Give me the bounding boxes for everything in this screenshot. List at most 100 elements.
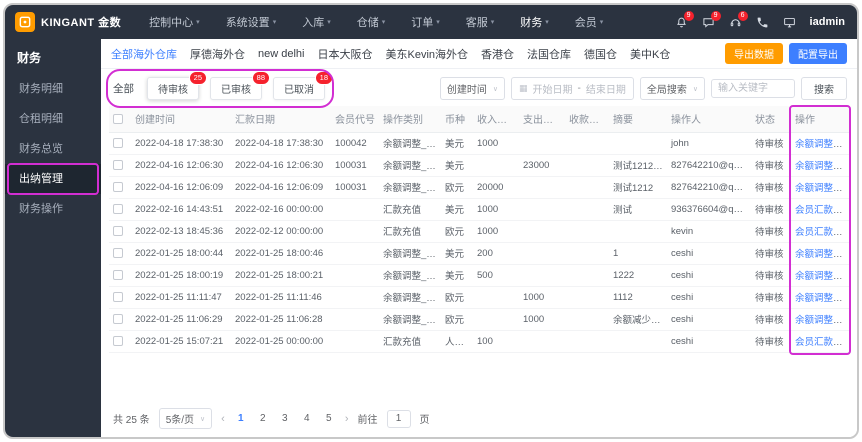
select-all-checkbox[interactable] (113, 114, 123, 124)
cell-operator: 827642210@qq.com (667, 176, 751, 198)
time-field-select[interactable]: 创建时间 ∨ (440, 77, 505, 100)
sidebar-item[interactable]: 财务明细 (5, 74, 101, 104)
cell-currency: 欧元 (441, 308, 473, 330)
row-action-link[interactable]: 余额调整审核 (795, 139, 849, 150)
phone-icon[interactable] (756, 16, 769, 29)
message-icon[interactable]: 9 (702, 16, 715, 29)
cell-created: 2022-01-25 11:11:47 (131, 286, 231, 308)
warehouse-tab[interactable]: new delhi (258, 48, 304, 60)
column-header[interactable]: 收入金额 (473, 106, 519, 132)
row-checkbox[interactable] (113, 248, 123, 258)
warehouse-tab[interactable]: 美中K仓 (630, 46, 670, 62)
sidebar-item[interactable]: 出纳管理 (5, 164, 101, 194)
search-button[interactable]: 搜索 (801, 77, 847, 100)
search-scope-select[interactable]: 全局搜索 ∨ (640, 77, 705, 100)
column-header[interactable]: 收款单号 (565, 106, 609, 132)
column-header[interactable]: 状态 (751, 106, 791, 132)
row-checkbox[interactable] (113, 336, 123, 346)
row-checkbox[interactable] (113, 204, 123, 214)
cell-created: 2022-02-16 14:43:51 (131, 198, 231, 220)
sidebar-item[interactable]: 仓租明细 (5, 104, 101, 134)
topnav-menu-item[interactable]: 系统设置▾ (226, 14, 277, 30)
page-number-button[interactable]: 4 (300, 413, 314, 424)
cell-receipt (565, 330, 609, 352)
warehouse-tab[interactable]: 日本大阪仓 (317, 46, 372, 62)
page-number-button[interactable]: 2 (256, 413, 270, 424)
row-action-link[interactable]: 会员汇款审核 (795, 205, 849, 216)
table-row: 2022-01-25 15:07:212022-01-25 00:00:00汇款… (109, 330, 849, 352)
row-checkbox[interactable] (113, 226, 123, 236)
sidebar-item[interactable]: 财务总览 (5, 134, 101, 164)
column-header[interactable]: 摘要 (609, 106, 667, 132)
warehouse-tab[interactable]: 香港仓 (481, 46, 514, 62)
column-header[interactable]: 创建时间 (131, 106, 231, 132)
warehouse-tab[interactable]: 德国仓 (584, 46, 617, 62)
row-checkbox[interactable] (113, 314, 123, 324)
monitor-icon[interactable] (783, 16, 796, 29)
cell-created: 2022-01-25 18:00:44 (131, 242, 231, 264)
column-header[interactable]: 操作 (791, 106, 849, 132)
prev-page-button[interactable]: ‹ (221, 413, 225, 425)
filter-button[interactable]: 待审核25 (147, 77, 199, 100)
warehouse-tab[interactable]: 全部海外仓库 (111, 46, 177, 62)
topnav-menu-item[interactable]: 入库▾ (302, 14, 331, 30)
page-number-button[interactable]: 3 (278, 413, 292, 424)
row-action-link[interactable]: 会员汇款审核 (795, 337, 849, 348)
warehouse-tab[interactable]: 美东Kevin海外仓 (385, 46, 468, 62)
warehouse-tab[interactable]: 法国仓库 (527, 46, 571, 62)
row-checkbox[interactable] (113, 160, 123, 170)
username[interactable]: iadmin (810, 16, 845, 28)
chevron-down-icon: ▾ (491, 18, 495, 26)
row-action-link[interactable]: 会员汇款审核 (795, 227, 849, 238)
warehouse-tabs: 全部海外仓库厚德海外仓 new delhi 日本大阪仓美东Kevin海外仓香港仓法国… (111, 46, 683, 62)
filter-all-button[interactable]: 全部 (113, 81, 134, 96)
table-row: 2022-04-16 12:06:302022-04-16 12:06:3010… (109, 154, 849, 176)
row-action-link[interactable]: 余额调整审核 (795, 293, 849, 304)
filter-button[interactable]: 已取消18 (273, 77, 325, 100)
bell-icon[interactable]: 9 (675, 16, 688, 29)
cell-currency: 人民币 (441, 330, 473, 352)
cell-created: 2022-04-16 12:06:30 (131, 154, 231, 176)
sidebar-section-finance[interactable]: 财务 (5, 39, 101, 74)
topnav-menu-item[interactable]: 订单▾ (411, 14, 440, 30)
topnav-menu-item[interactable]: 财务▾ (520, 14, 549, 30)
page-number-button[interactable]: 5 (322, 413, 336, 424)
date-end-placeholder: 结束日期 (586, 81, 626, 96)
date-start-placeholder: 开始日期 (533, 81, 573, 96)
filter-button[interactable]: 已审核88 (210, 77, 262, 100)
export-data-button[interactable]: 导出数据 (725, 43, 783, 64)
column-header[interactable]: 币种 (441, 106, 473, 132)
headset-icon[interactable]: 6 (729, 16, 742, 29)
column-header[interactable]: 操作人 (667, 106, 751, 132)
goto-page-input[interactable] (387, 410, 411, 428)
row-checkbox[interactable] (113, 292, 123, 302)
row-action-link[interactable]: 余额调整审核 (795, 183, 849, 194)
topnav-menu-item[interactable]: 客服▾ (466, 14, 495, 30)
column-header[interactable]: 操作类别 (379, 106, 441, 132)
row-action-link[interactable]: 余额调整审核 (795, 249, 849, 260)
menu-label: 客服 (466, 14, 488, 30)
warehouse-tab[interactable]: 厚德海外仓 (190, 46, 245, 62)
config-export-button[interactable]: 配置导出 (789, 43, 847, 64)
row-action-link[interactable]: 余额调整审核 (795, 315, 849, 326)
row-action-link[interactable]: 余额调整审核 (795, 271, 849, 282)
row-checkbox[interactable] (113, 270, 123, 280)
page-size-select[interactable]: 5条/页 ∨ (159, 408, 212, 429)
date-range-picker[interactable]: ▦ 开始日期 - 结束日期 (511, 77, 634, 100)
cell-status: 待审核 (751, 154, 791, 176)
topnav-menu-item[interactable]: 仓储▾ (357, 14, 386, 30)
row-checkbox[interactable] (113, 138, 123, 148)
topnav-menu-item[interactable]: 控制中心▾ (149, 14, 200, 30)
sidebar-item[interactable]: 财务操作 (5, 194, 101, 224)
column-header[interactable]: 支出金额 (519, 106, 565, 132)
topnav-menu-item[interactable]: 会员▾ (575, 14, 604, 30)
keyword-input[interactable] (711, 79, 795, 98)
page-number-list: 12345 (234, 413, 336, 424)
next-page-button[interactable]: › (345, 413, 349, 425)
column-header[interactable]: 会员代号 (331, 106, 379, 132)
cell-expense (519, 198, 565, 220)
row-action-link[interactable]: 余额调整审核 (795, 161, 849, 172)
row-checkbox[interactable] (113, 182, 123, 192)
column-header[interactable]: 汇款日期 (231, 106, 331, 132)
page-number-button[interactable]: 1 (234, 413, 248, 424)
